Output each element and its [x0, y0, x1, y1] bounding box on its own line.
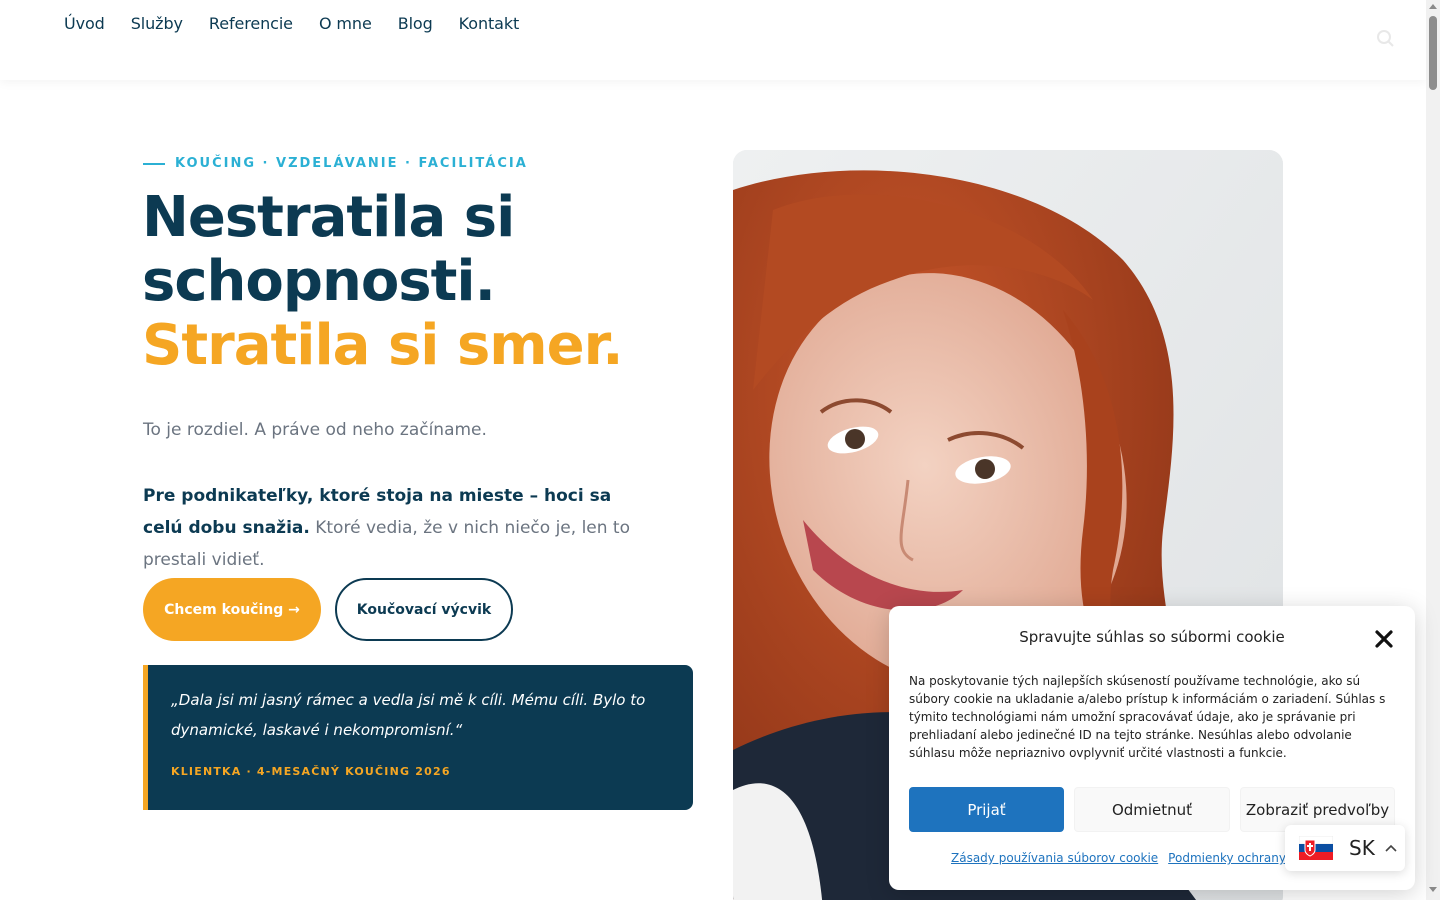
cookie-body-text: Na poskytovanie tých najlepších skúsenos…	[909, 674, 1386, 760]
testimonial-quote: „Dala jsi mi jasný rámec a vedla jsi mě …	[171, 691, 646, 739]
nav-item-sluzby[interactable]: Služby	[131, 14, 183, 33]
cta-training-button[interactable]: Koučovací výcvik	[335, 578, 513, 641]
cookie-deny-button[interactable]: Odmietnuť	[1074, 787, 1230, 832]
cookie-title: Spravujte súhlas so súbormi cookie	[1019, 628, 1285, 646]
nav-item-o-mne[interactable]: O mne	[319, 14, 372, 33]
page: Úvod Služby Referencie O mne Blog Kontak…	[0, 0, 1440, 900]
nav-item-kontakt[interactable]: Kontakt	[459, 14, 520, 33]
scroll-up-arrow-icon[interactable]	[1429, 4, 1437, 9]
language-switcher[interactable]: SK	[1285, 825, 1405, 871]
cookie-accept-button[interactable]: Prijať	[909, 787, 1064, 832]
hero-title: Nestratila si schopnosti. Stratila si sm…	[142, 186, 702, 378]
nav-item-blog[interactable]: Blog	[398, 14, 433, 33]
slovak-flag-icon	[1299, 836, 1333, 860]
main-nav: Úvod Služby Referencie O mne Blog Kontak…	[64, 14, 545, 33]
scroll-down-arrow-icon[interactable]	[1429, 887, 1437, 892]
close-icon[interactable]	[1373, 628, 1395, 650]
testimonial-card: „Dala jsi mi jasný rámec a vedla jsi mě …	[143, 665, 693, 810]
hero-eyebrow: KOUČING · VZDELÁVANIE · FACILITÁCIA	[143, 156, 528, 171]
nav-item-uvod[interactable]: Úvod	[64, 14, 105, 33]
hero-description: Pre podnikateľky, ktoré stoja na mieste …	[143, 480, 643, 576]
testimonial-meta: KLIENTKA · 4-MESAČNÝ KOUČING 2026	[171, 765, 451, 778]
chevron-up-icon	[1385, 844, 1397, 852]
hero-title-line1: Nestratila si	[142, 185, 515, 250]
search-icon[interactable]	[1376, 29, 1394, 47]
cta-coaching-button[interactable]: Chcem koučing →	[143, 578, 321, 641]
language-code: SK	[1349, 836, 1375, 860]
scrollbar-thumb[interactable]	[1429, 16, 1437, 90]
eyebrow-text: KOUČING · VZDELÁVANIE · FACILITÁCIA	[175, 156, 528, 171]
page-scrollbar[interactable]	[1426, 0, 1440, 900]
hero-title-line2: schopnosti.	[142, 249, 496, 314]
cookie-policy-link[interactable]: Zásady používania súborov cookie	[951, 851, 1158, 865]
hero-subtitle: To je rozdiel. A práve od neho začíname.	[143, 420, 487, 440]
nav-item-referencie[interactable]: Referencie	[209, 14, 293, 33]
eyebrow-line	[143, 162, 165, 165]
site-header: Úvod Služby Referencie O mne Blog Kontak…	[0, 0, 1426, 80]
hero-title-accent: Stratila si smer.	[142, 313, 624, 378]
